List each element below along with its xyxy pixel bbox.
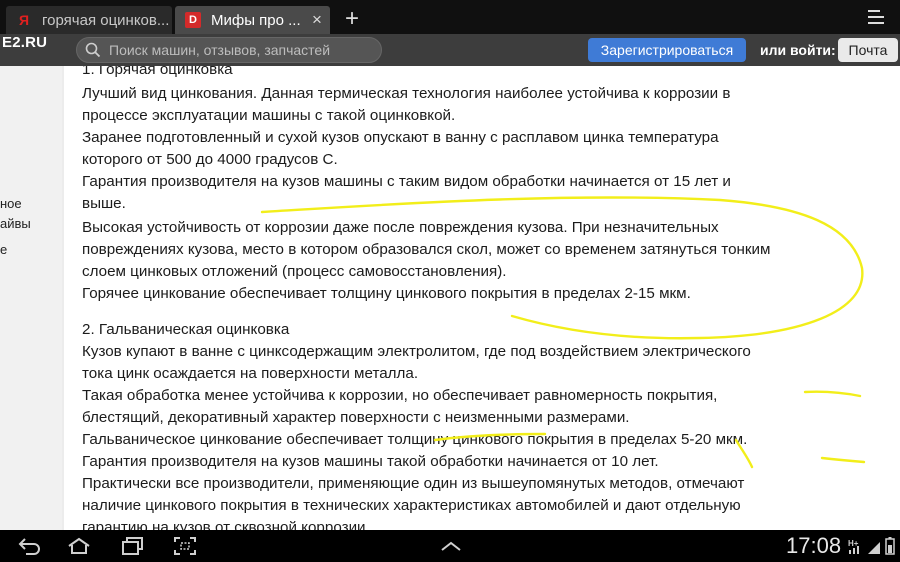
back-icon[interactable] [16,536,42,556]
article-line: 1. Горячая оцинковка [82,66,233,78]
article-line: Гарантия производителя на кузов машины с… [82,173,731,190]
article-body: 1. Горячая оцинковка Лучший вид цинковани… [64,66,900,530]
chevron-up-icon[interactable] [438,536,464,556]
article-line: повреждениях кузова, место в котором обр… [82,241,771,258]
site-header: E2.RU Поиск машин, отзывов, запчастей За… [0,34,900,66]
browser-tab-bar: Я горячая оцинков... D Мифы про ... × + [0,0,900,34]
page-content: ное айвы е 1. Горячая оцинковка Лучший ви… [0,66,900,530]
article-line: блестящий, декоративный характер поверхн… [82,409,630,426]
article-line: которого от 500 до 4000 градусов С. [82,151,338,168]
article-line: выше. [82,195,126,212]
login-label: или войти: [760,42,836,58]
article-line: Горячее цинкование обеспечивает толщину … [82,285,691,302]
close-tab-icon[interactable]: × [304,10,330,30]
article-line: Гарантия производителя на кузов машины т… [82,453,659,470]
left-sidebar: ное айвы е [0,66,62,530]
hplus-signal-icon: H+ [848,537,895,555]
search-icon [85,42,101,58]
site-logo[interactable]: E2.RU [0,34,47,66]
yandex-favicon-icon: Я [18,12,30,28]
status-clock: 17:08 [786,533,842,558]
article-line: Такая обработка менее устойчива к корроз… [82,387,718,404]
article-line: наличие цинкового покрытия в технических… [82,497,741,514]
tab-2-title: Мифы про ... [211,11,301,29]
recent-apps-icon[interactable] [120,536,146,556]
browser-menu-icon[interactable] [868,10,888,28]
home-icon[interactable] [66,536,92,556]
site-favicon-icon: D [185,12,201,28]
mail-login-button[interactable]: Почта [838,38,898,62]
article-line: Высокая устойчивость от коррозии даже по… [82,219,719,236]
sidebar-item-3[interactable]: е [0,242,7,257]
article-line: Кузов купают в ванне с цинксодержащим эл… [82,343,751,360]
system-navigation-bar: 17:08 H+ [0,530,900,562]
screenshot-icon[interactable] [172,536,198,556]
tab-1-title: горячая оцинков... [42,11,170,29]
article-line: Практически все производители, применяющ… [82,475,745,492]
search-placeholder: Поиск машин, отзывов, запчастей [109,42,331,58]
article-line: тока цинк осаждается на поверхности мета… [82,365,419,382]
tab-2[interactable]: D Мифы про ... × [175,6,330,34]
article-line: 2. Гальваническая оцинковка [82,321,290,338]
article-line: Заранее подготовленный и сухой кузов опу… [82,129,719,146]
tab-1[interactable]: Я горячая оцинков... [6,6,172,34]
sidebar-item-1[interactable]: ное [0,196,22,211]
article-line: слоем цинковых отложений (процесс самово… [82,263,507,280]
article-line: процессе эксплуатации машины с такой оци… [82,107,456,124]
search-input[interactable]: Поиск машин, отзывов, запчастей [76,37,382,63]
register-button[interactable]: Зарегистрироваться [588,38,746,62]
article-line: Лучший вид цинкования. Данная термическа… [82,85,731,102]
sidebar-item-2[interactable]: айвы [0,216,31,231]
article-line: Гальваническое цинкование обеспечивает т… [82,431,748,448]
new-tab-button[interactable]: + [340,7,364,32]
article-line: гарантию на кузов от сквозной коррозии. [82,519,370,530]
